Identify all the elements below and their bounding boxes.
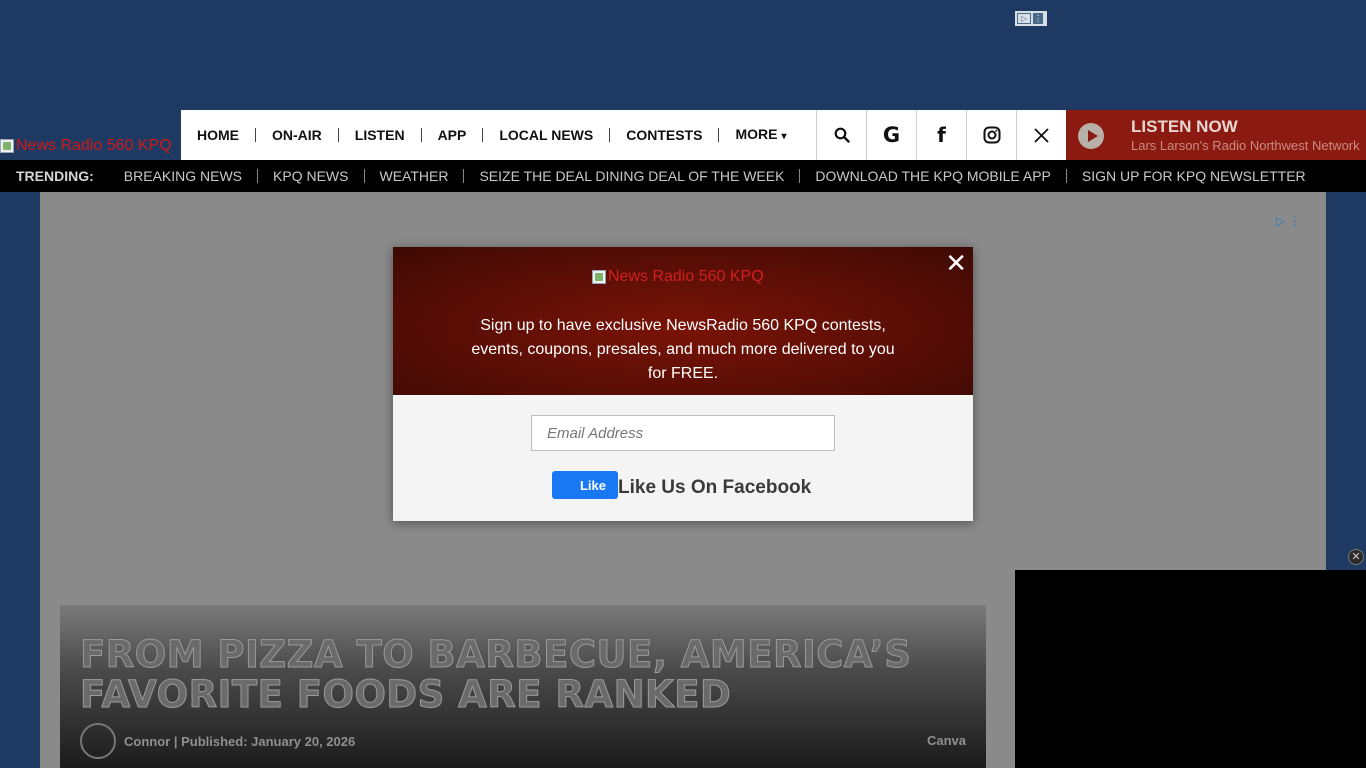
trending-bar: TRENDING: BREAKING NEWS KPQ NEWS WEATHER… xyxy=(0,160,1366,192)
listen-now-title: LISTEN NOW xyxy=(1131,117,1238,136)
image-credit: Canva xyxy=(926,733,966,748)
ad-choices-icon: ▷ xyxy=(1017,13,1031,24)
facebook-button[interactable]: f xyxy=(916,110,966,160)
trending-item[interactable]: KPQ NEWS xyxy=(258,169,365,183)
search-icon xyxy=(834,127,850,143)
search-button[interactable] xyxy=(816,110,866,160)
main-nav: News Radio 560 KPQ HOME ON-AIR LISTEN AP… xyxy=(0,110,1366,160)
modal-logo: News Radio 560 KPQ xyxy=(592,268,764,286)
nav-item-contests[interactable]: CONTESTS xyxy=(610,128,720,142)
author-avatar[interactable] xyxy=(80,723,116,759)
trending-item[interactable]: DOWNLOAD THE KPQ MOBILE APP xyxy=(800,169,1067,183)
video-close-button[interactable]: ✕ xyxy=(1348,549,1364,565)
nav-item-local-news[interactable]: LOCAL NEWS xyxy=(483,128,611,142)
google-icon: G xyxy=(882,123,901,147)
modal-description: Sign up to have exclusive NewsRadio 560 … xyxy=(471,317,895,382)
article-byline: Connor | Published: January 20, 2026 xyxy=(80,723,355,759)
article-headline: From Pizza to Barbecue, America’s Favori… xyxy=(80,633,912,716)
facebook-like-button[interactable]: Like xyxy=(552,471,618,499)
listen-now-subtitle: Lars Larson's Radio Northwest Network xyxy=(1131,138,1360,153)
email-field[interactable] xyxy=(531,415,835,451)
publish-date: Published: January 20, 2026 xyxy=(181,733,356,749)
play-icon[interactable] xyxy=(1078,123,1104,149)
site-logo-alt[interactable]: News Radio 560 KPQ xyxy=(0,137,172,155)
nav-item-home[interactable]: HOME xyxy=(181,128,256,142)
chevron-down-icon: ▾ xyxy=(781,130,787,142)
broken-image-icon xyxy=(0,139,14,153)
instagram-button[interactable] xyxy=(966,110,1016,160)
modal-header: ✕ News Radio 560 KPQ Sign up to have exc… xyxy=(393,247,973,395)
facebook-like-text: Like Us On Facebook xyxy=(618,477,812,498)
trending-item[interactable]: WEATHER xyxy=(365,169,465,183)
trending-item[interactable]: SIGN UP FOR KPQ NEWSLETTER xyxy=(1067,169,1321,183)
nav-item-app[interactable]: APP xyxy=(422,128,484,142)
nav-item-more[interactable]: MORE ▾ xyxy=(719,127,802,144)
x-icon xyxy=(1034,127,1049,143)
ad-choices-icon[interactable]: ▷ ⋮ xyxy=(1276,214,1301,228)
broken-image-icon xyxy=(592,270,606,284)
trending-item[interactable]: BREAKING NEWS xyxy=(109,169,259,183)
nav-item-listen[interactable]: LISTEN xyxy=(339,128,422,142)
byline-separator: | xyxy=(170,733,182,749)
site-logo-text: News Radio 560 KPQ xyxy=(16,137,172,154)
nav-item-on-air[interactable]: ON-AIR xyxy=(256,128,339,142)
modal-body: Like Like Us On Facebook xyxy=(393,395,973,521)
site-logo[interactable]: News Radio 560 KPQ xyxy=(0,110,181,160)
article-hero: From Pizza to Barbecue, America’s Favori… xyxy=(60,605,986,768)
facebook-icon: f xyxy=(937,123,946,147)
nav-item-more-label: MORE xyxy=(735,125,778,142)
close-icon[interactable]: ✕ xyxy=(945,251,967,277)
top-ad-banner: ▷ ⋮ xyxy=(0,0,1366,110)
author-name[interactable]: Connor xyxy=(124,734,170,749)
newsletter-modal: ✕ News Radio 560 KPQ Sign up to have exc… xyxy=(393,247,973,521)
trending-item[interactable]: SEIZE THE DEAL DINING DEAL OF THE WEEK xyxy=(464,169,801,183)
floating-video-player[interactable] xyxy=(1015,570,1366,768)
nav-menu: HOME ON-AIR LISTEN APP LOCAL NEWS CONTES… xyxy=(181,110,816,160)
facebook-like-row: Like Like Us On Facebook xyxy=(552,471,811,499)
listen-now-player[interactable]: LISTEN NOW Lars Larson's Radio Northwest… xyxy=(1066,110,1366,160)
facebook-like-label: Like xyxy=(579,477,606,493)
google-button[interactable]: G xyxy=(866,110,916,160)
trending-label: TRENDING: xyxy=(16,168,94,184)
x-button[interactable] xyxy=(1016,110,1066,160)
modal-logo-text: News Radio 560 KPQ xyxy=(608,268,764,285)
ad-menu-icon: ⋮ xyxy=(1033,13,1043,24)
ad-choices-badge[interactable]: ▷ ⋮ xyxy=(1015,11,1047,26)
instagram-icon xyxy=(983,126,1000,144)
